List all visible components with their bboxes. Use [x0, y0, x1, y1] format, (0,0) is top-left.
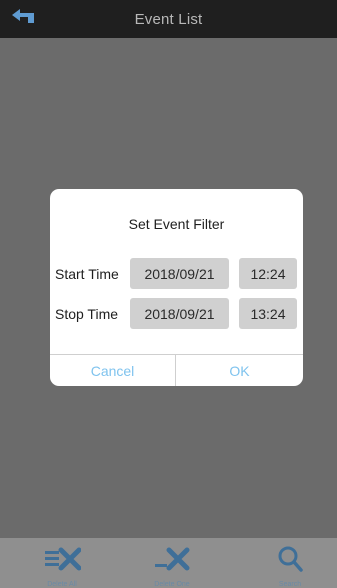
cancel-button[interactable]: Cancel — [50, 355, 175, 386]
dialog-title: Set Event Filter — [128, 216, 225, 232]
start-date-field[interactable]: 2018/09/21 — [130, 258, 229, 289]
delete-one-label: Delete One — [154, 581, 190, 588]
stop-time-field[interactable]: 13:24 — [239, 298, 297, 329]
page-title: Event List — [134, 10, 203, 28]
ok-button[interactable]: OK — [176, 355, 303, 386]
stop-date-field[interactable]: 2018/09/21 — [130, 298, 229, 329]
event-filter-dialog: Set Event Filter Start Time 2018/09/21 1… — [50, 189, 303, 386]
back-arrow-icon — [10, 7, 36, 30]
start-time-field[interactable]: 12:24 — [239, 258, 297, 289]
delete-one-button[interactable]: Delete One — [132, 538, 212, 588]
search-label: Search — [278, 581, 302, 588]
delete-all-icon — [43, 544, 81, 573]
search-button[interactable]: Search — [250, 538, 330, 588]
start-time-label: Start Time — [55, 266, 119, 282]
bottom-toolbar: Delete All Delete One Search — [0, 538, 337, 588]
back-button[interactable] — [6, 5, 40, 31]
delete-one-icon — [153, 544, 191, 573]
delete-all-label: Delete All — [47, 581, 77, 588]
search-icon — [276, 544, 304, 573]
top-bar: Event List — [0, 0, 337, 38]
stop-time-label: Stop Time — [55, 306, 119, 322]
delete-all-button[interactable]: Delete All — [22, 538, 102, 588]
